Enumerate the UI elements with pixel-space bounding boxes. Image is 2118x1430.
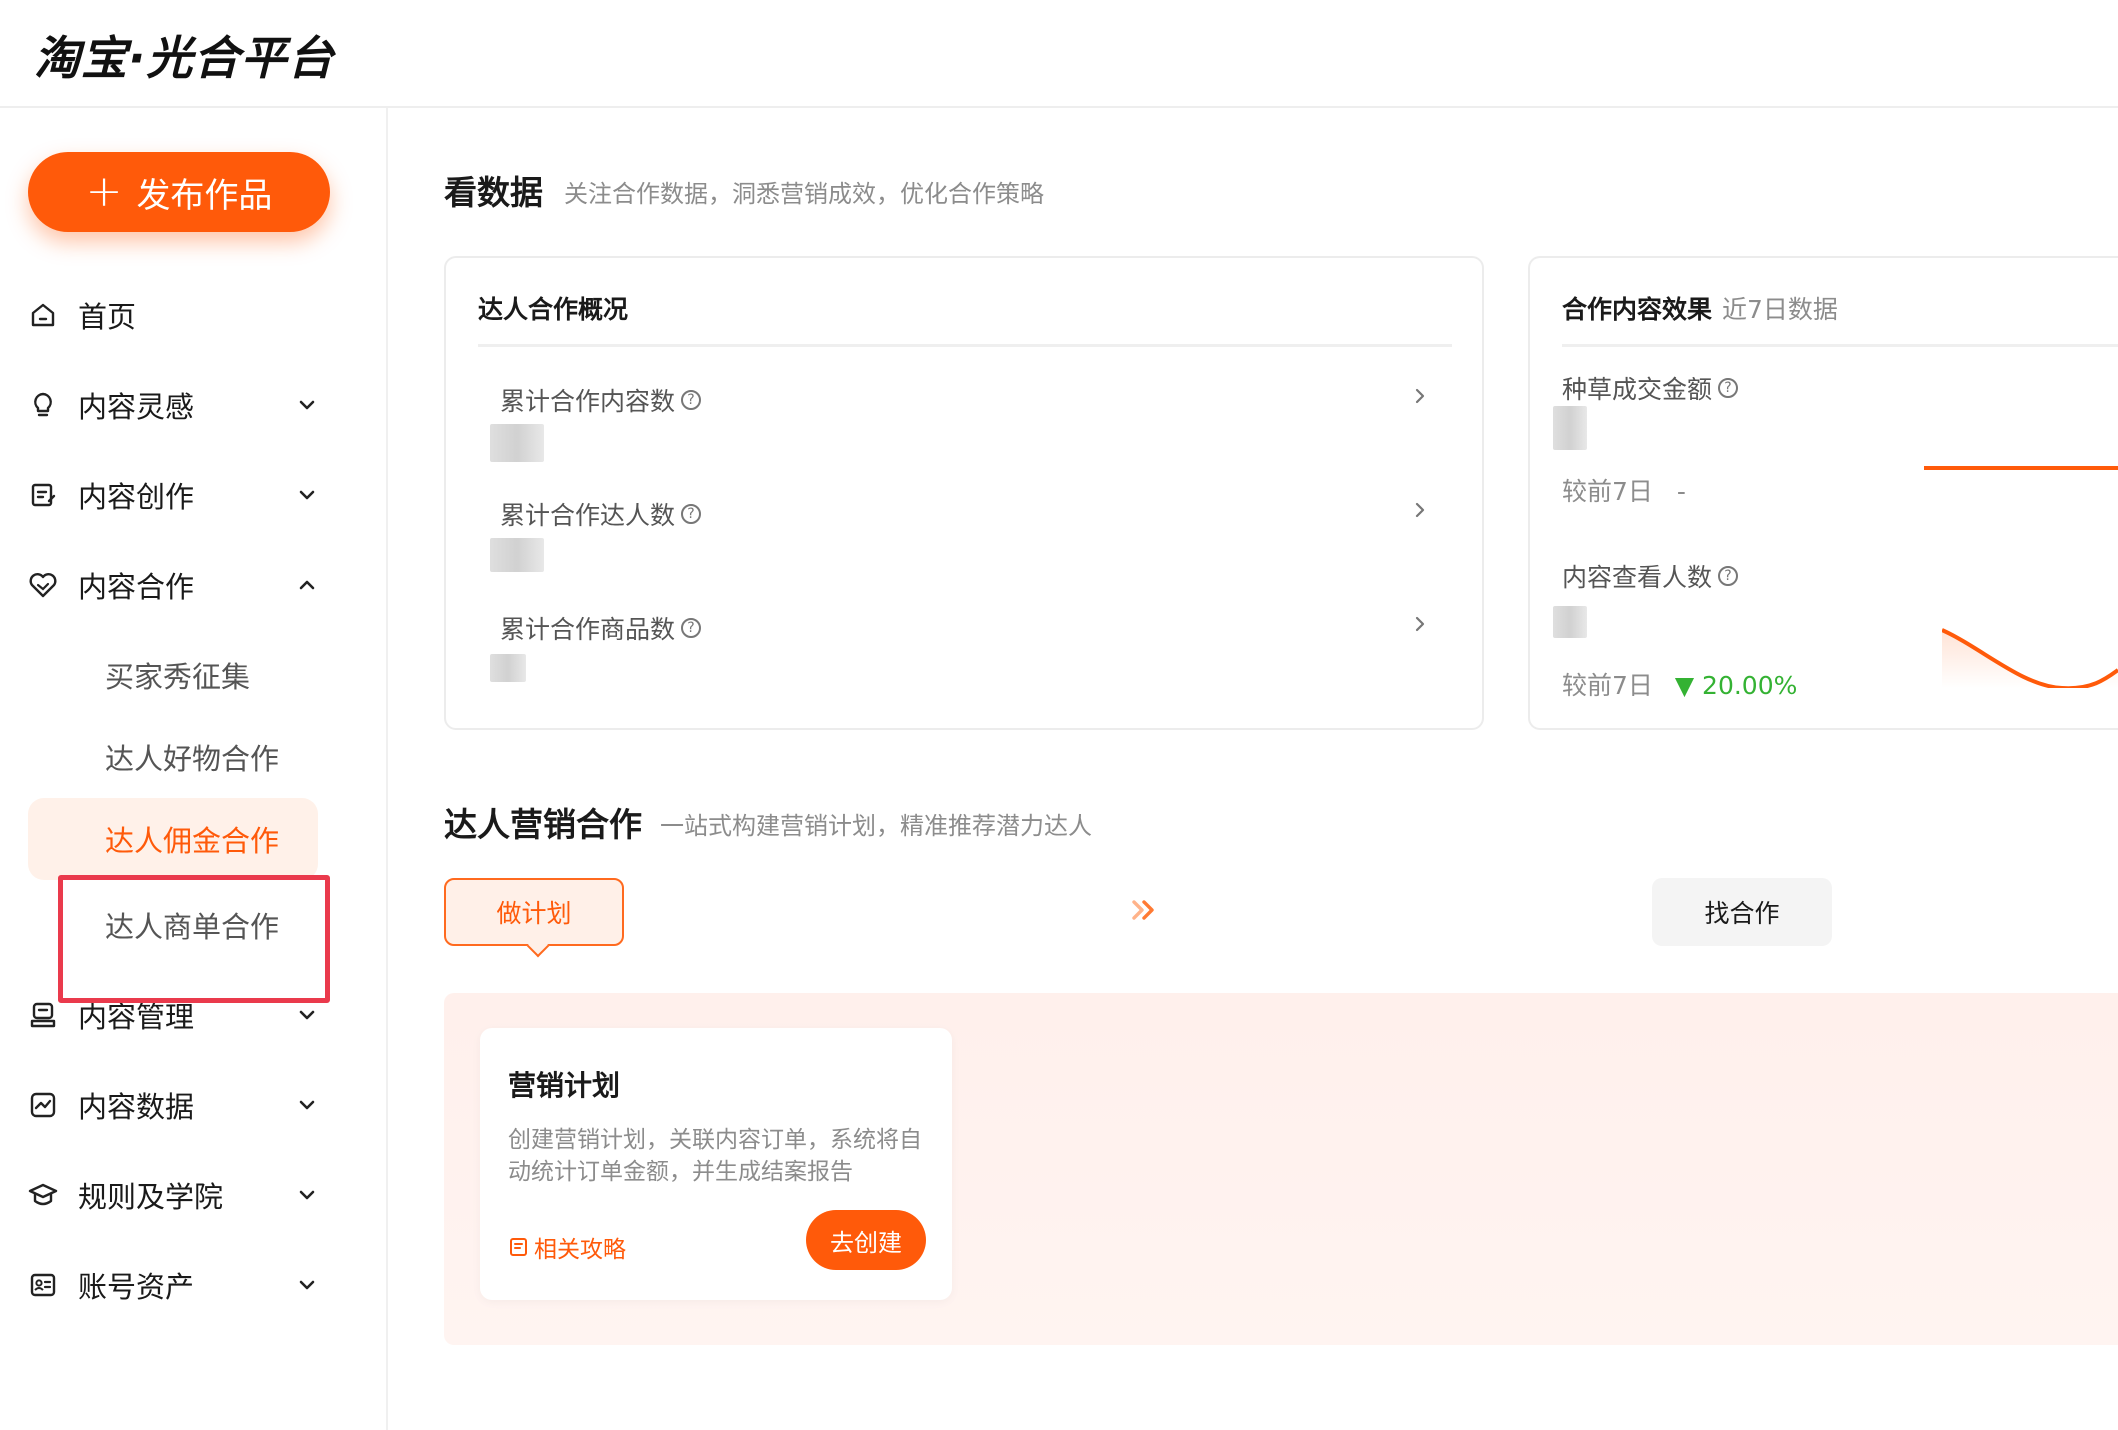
sparkline-gmv — [1924, 466, 2118, 470]
sidebar-item-label: 规则及学院 — [78, 1180, 224, 1214]
plan-card-description: 创建营销计划，关联内容订单，系统将自动统计订单金额，并生成结案报告 — [508, 1127, 922, 1185]
chevron-up-icon[interactable] — [294, 572, 320, 598]
sidebar-item-label: 内容创作 — [78, 480, 195, 514]
sidebar-item-label: 账号资产 — [78, 1270, 195, 1304]
sidebar: + 发布作品 首页 内容灵感 内容创作 内容合作 买家秀征集 达人好物合作 达人… — [0, 108, 388, 1430]
metric-row-product-count[interactable]: 累计合作商品数? — [490, 610, 1430, 710]
book-icon — [510, 1238, 527, 1256]
chevron-down-icon[interactable] — [294, 1092, 320, 1118]
help-icon[interactable]: ? — [681, 618, 702, 638]
compare-value: - — [1676, 477, 1686, 506]
step-make-plan-button[interactable]: 做计划 — [444, 878, 624, 946]
help-icon[interactable]: ? — [681, 390, 702, 410]
sidebar-item-manage[interactable]: 内容管理 — [0, 980, 388, 1050]
sub-item-buyer-show[interactable]: 买家秀征集 — [0, 640, 388, 710]
chevron-down-icon[interactable] — [294, 482, 320, 508]
blurred-value — [490, 654, 526, 682]
sidebar-item-data[interactable]: 内容数据 — [0, 1070, 388, 1140]
sidebar-item-assets[interactable]: 账号资产 — [0, 1250, 388, 1320]
plus-icon: + — [85, 166, 123, 217]
main-content: 看数据 关注合作数据，洞悉营销成效，优化合作策略 达人合作概况 累计合作内容数?… — [390, 108, 2118, 1430]
effect-card-title: 合作内容效果 近7日数据 — [1562, 290, 1838, 326]
handshake-heart-icon — [28, 570, 58, 600]
sub-item-label: 达人佣金合作 — [105, 824, 280, 858]
blurred-value — [490, 538, 544, 572]
sidebar-item-cooperation[interactable]: 内容合作 — [0, 550, 388, 620]
divider — [478, 344, 1452, 347]
sub-item-talent-commission[interactable]: 达人佣金合作 — [28, 798, 318, 880]
sub-item-label: 达人商单合作 — [105, 910, 280, 944]
chart-icon — [28, 1090, 58, 1120]
metric-label-viewers: 内容查看人数? — [1562, 558, 1739, 594]
compare-label: 较前7日 — [1562, 477, 1653, 506]
double-arrow-right-icon — [1132, 900, 1154, 920]
help-icon[interactable]: ? — [681, 504, 702, 524]
metric-label: 累计合作商品数 — [500, 615, 676, 644]
sidebar-item-academy[interactable]: 规则及学院 — [0, 1160, 388, 1230]
effect-card-range: 近7日数据 — [1722, 295, 1838, 324]
id-card-icon — [28, 1270, 58, 1300]
sidebar-item-label: 内容灵感 — [78, 390, 195, 424]
sidebar-item-home[interactable]: 首页 — [0, 280, 388, 350]
step-find-cooperation-button[interactable]: 找合作 — [1652, 878, 1832, 946]
sidebar-item-creation[interactable]: 内容创作 — [0, 460, 388, 530]
effect-card-title-text: 合作内容效果 — [1562, 295, 1713, 324]
chevron-right-icon — [1415, 616, 1425, 632]
data-section-title: 看数据 — [444, 173, 543, 212]
metric-label: 累计合作内容数 — [500, 387, 676, 416]
sidebar-item-label: 内容合作 — [78, 570, 195, 604]
guide-link-label: 相关攻略 — [534, 1237, 626, 1263]
overview-card-title: 达人合作概况 — [478, 295, 629, 324]
overview-card: 达人合作概况 累计合作内容数? 累计合作达人数? 累计合作商品数? — [444, 256, 1484, 730]
sidebar-item-label: 内容管理 — [78, 1000, 195, 1034]
sub-item-label: 买家秀征集 — [105, 660, 251, 694]
top-header: 淘宝·光合平台 — [0, 0, 2118, 108]
chevron-right-icon — [1415, 502, 1425, 518]
compare-gmv: 较前7日 - — [1562, 472, 1686, 508]
content-manage-icon — [28, 1000, 58, 1030]
sub-item-talent-goods[interactable]: 达人好物合作 — [0, 722, 388, 792]
create-plan-button[interactable]: 去创建 — [806, 1210, 926, 1270]
edit-icon — [28, 480, 58, 510]
sub-item-label: 达人好物合作 — [105, 742, 280, 776]
metric-label: 内容查看人数 — [1562, 563, 1713, 592]
sidebar-item-label: 首页 — [78, 300, 137, 334]
bulb-icon — [28, 390, 58, 420]
sidebar-item-inspiration[interactable]: 内容灵感 — [0, 370, 388, 440]
marketing-section-subtitle: 一站式构建营销计划，精准推荐潜力达人 — [660, 812, 1092, 840]
metric-label: 种草成交金额 — [1562, 375, 1713, 404]
compare-label: 较前7日 — [1562, 671, 1653, 700]
blurred-value — [1553, 606, 1587, 638]
metric-label-gmv: 种草成交金额? — [1562, 370, 1739, 406]
metric-row-talent-count[interactable]: 累计合作达人数? — [490, 496, 1430, 596]
guide-link[interactable]: 相关攻略 — [508, 1230, 626, 1264]
blurred-value — [490, 424, 544, 462]
sparkline-viewers — [1942, 628, 2118, 688]
plan-card-title: 营销计划 — [508, 1069, 621, 1102]
sub-item-talent-order[interactable]: 达人商单合作 — [0, 890, 388, 960]
help-icon[interactable]: ? — [1718, 378, 1739, 398]
chevron-down-icon[interactable] — [294, 1182, 320, 1208]
data-section-subtitle: 关注合作数据，洞悉营销成效，优化合作策略 — [564, 180, 1044, 208]
chevron-right-icon — [1415, 388, 1425, 404]
metric-row-content-count[interactable]: 累计合作内容数? — [490, 382, 1430, 482]
divider — [1562, 344, 2118, 347]
compare-value-change: ▼ 20.00% — [1674, 671, 1798, 700]
chevron-down-icon[interactable] — [294, 392, 320, 418]
publish-work-label: 发布作品 — [136, 175, 273, 216]
metric-label: 累计合作达人数 — [500, 501, 676, 530]
chevron-down-icon[interactable] — [294, 1002, 320, 1028]
blurred-value — [1553, 406, 1587, 450]
marketing-plan-card: 营销计划 创建营销计划，关联内容订单，系统将自动统计订单金额，并生成结案报告 相… — [480, 1028, 952, 1300]
chevron-down-icon[interactable] — [294, 1272, 320, 1298]
compare-viewers: 较前7日 ▼ 20.00% — [1562, 666, 1797, 702]
sidebar-item-label: 内容数据 — [78, 1090, 195, 1124]
publish-work-button[interactable]: + 发布作品 — [28, 152, 330, 232]
platform-logo[interactable]: 淘宝·光合平台 — [34, 22, 334, 88]
marketing-section-title: 达人营销合作 — [444, 805, 642, 844]
graduation-cap-icon — [28, 1180, 58, 1210]
home-icon — [28, 300, 58, 330]
help-icon[interactable]: ? — [1718, 566, 1739, 586]
